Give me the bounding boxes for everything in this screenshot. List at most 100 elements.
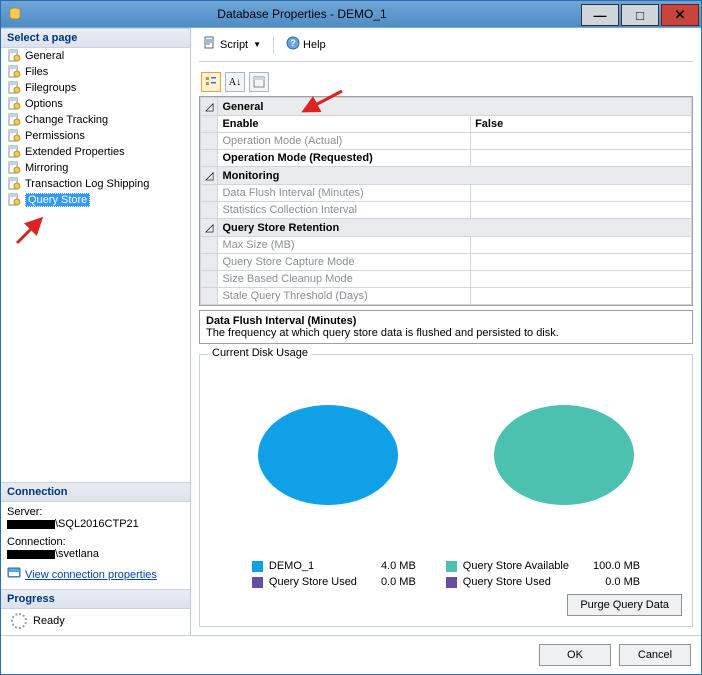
swatch [252,577,263,588]
properties-icon [7,566,21,583]
prop-op-actual[interactable]: Operation Mode (Actual) [218,133,471,150]
page-item-mirroring[interactable]: Mirroring [5,160,186,176]
connection-label: Connection: [7,536,184,548]
property-grid[interactable]: ◿General EnableFalse Operation Mode (Act… [199,96,693,306]
prop-capture-mode[interactable]: Query Store Capture Mode [218,254,471,271]
view-connection-link[interactable]: View connection properties [25,569,157,581]
script-icon [203,36,217,53]
page-label: Transaction Log Shipping [25,178,149,190]
page-icon [7,177,21,191]
minimize-button[interactable]: — [581,4,619,26]
prop-enable[interactable]: Enable [218,116,471,133]
redacted [7,550,55,559]
legend-value: 4.0 MB [363,560,416,572]
pie-chart-querystore [494,405,634,515]
prop-op-requested[interactable]: Operation Mode (Requested) [218,150,471,167]
group-title: Current Disk Usage [208,347,312,359]
page-label: Options [25,98,63,110]
page-item-general[interactable]: General [5,48,186,64]
categorized-icon[interactable] [201,72,221,92]
page-icon [7,81,21,95]
page-item-extended-properties[interactable]: Extended Properties [5,144,186,160]
legend-label: Query Store Used [463,576,551,588]
page-item-filegroups[interactable]: Filegroups [5,80,186,96]
desc-text: The frequency at which query store data … [206,327,686,339]
page-label: Files [25,66,48,78]
purge-query-data-button[interactable]: Purge Query Data [567,594,682,616]
collapse-icon[interactable]: ◿ [201,219,218,237]
server-value: \SQL2016CTP21 [7,518,184,530]
page-icon [7,49,21,63]
window-buttons: — □ ✕ [581,2,701,26]
progress-spinner-icon [11,613,27,629]
server-label: Server: [7,506,184,518]
select-page-header: Select a page [1,28,190,48]
progress-box: Ready [1,609,190,635]
page-label: Permissions [25,130,85,142]
page-item-transaction-log-shipping[interactable]: Transaction Log Shipping [5,176,186,192]
legend-label: DEMO_1 [269,560,314,572]
view-connection-properties[interactable]: View connection properties [7,566,184,583]
pie-chart-demo1 [258,405,398,515]
page-item-files[interactable]: Files [5,64,186,80]
left-panel: Select a page General Files Filegroups Opti… [1,28,191,635]
collapse-icon[interactable]: ◿ [201,98,218,116]
page-icon [7,193,21,207]
desc-title: Data Flush Interval (Minutes) [206,315,686,327]
connection-box: Server: \SQL2016CTP21 Connection: \svetl… [1,502,190,589]
page-icon [7,97,21,111]
dialog-body: Select a page General Files Filegroups Opti… [1,27,701,635]
page-label: Change Tracking [25,114,108,126]
alphabetical-icon[interactable]: A↓ [225,72,245,92]
legend-item: Query Store Available100.0 MB [446,560,640,572]
chevron-down-icon: ▼ [251,40,261,49]
legend-item: Query Store Used0.0 MB [252,576,416,588]
page-label: Filegroups [25,82,76,94]
separator [273,36,274,54]
legend: DEMO_14.0 MBQuery Store Used0.0 MBQuery … [210,560,682,588]
swatch [446,561,457,572]
disk-usage-group: Current Disk Usage DEMO_14.0 MBQuery Sto… [199,354,693,627]
charts [210,363,682,556]
page-item-permissions[interactable]: Permissions [5,128,186,144]
page-item-change-tracking[interactable]: Change Tracking [5,112,186,128]
titlebar: Database Properties - DEMO_1 — □ ✕ [1,1,701,27]
redacted [7,520,55,529]
script-button[interactable]: Script ▼ [199,34,265,55]
svg-text:?: ? [290,38,296,48]
maximize-button[interactable]: □ [621,4,659,26]
page-icon [7,145,21,159]
progress-header: Progress [1,589,190,609]
prop-max-size[interactable]: Max Size (MB) [218,237,471,254]
page-label: General [25,50,64,62]
collapse-icon[interactable]: ◿ [201,167,218,185]
dialog-window: Database Properties - DEMO_1 — □ ✕ Selec… [0,0,702,675]
cancel-button[interactable]: Cancel [619,644,691,666]
page-label: Mirroring [25,162,68,174]
properties-pane-icon[interactable] [249,72,269,92]
connection-value: \svetlana [7,548,184,560]
legend-item: DEMO_1 4.0 MB [252,560,416,572]
prop-cleanup-mode[interactable]: Size Based Cleanup Mode [218,271,471,288]
page-icon [7,113,21,127]
legend-value: 100.0 MB [575,560,640,572]
legend-label: Query Store Used [269,576,357,588]
dialog-footer: OK Cancel [1,635,701,674]
prop-stats[interactable]: Statistics Collection Interval [218,202,471,219]
prop-flush[interactable]: Data Flush Interval (Minutes) [218,185,471,202]
help-button[interactable]: ? Help [282,34,330,55]
connection-header: Connection [1,482,190,502]
property-description: Data Flush Interval (Minutes) The freque… [199,310,693,344]
page-item-options[interactable]: Options [5,96,186,112]
page-item-query-store[interactable]: Query Store [5,192,186,208]
property-grid-toolbar: A↓ [199,72,693,92]
help-icon: ? [286,36,300,53]
close-button[interactable]: ✕ [661,4,699,26]
ok-button[interactable]: OK [539,644,611,666]
right-panel: Script ▼ ? Help A↓ [191,28,701,635]
prop-enable-value[interactable]: False [471,116,692,133]
page-label: Extended Properties [25,146,125,158]
legend-value: 0.0 MB [587,576,640,588]
progress-status: Ready [33,615,65,627]
prop-stale[interactable]: Stale Query Threshold (Days) [218,288,471,305]
